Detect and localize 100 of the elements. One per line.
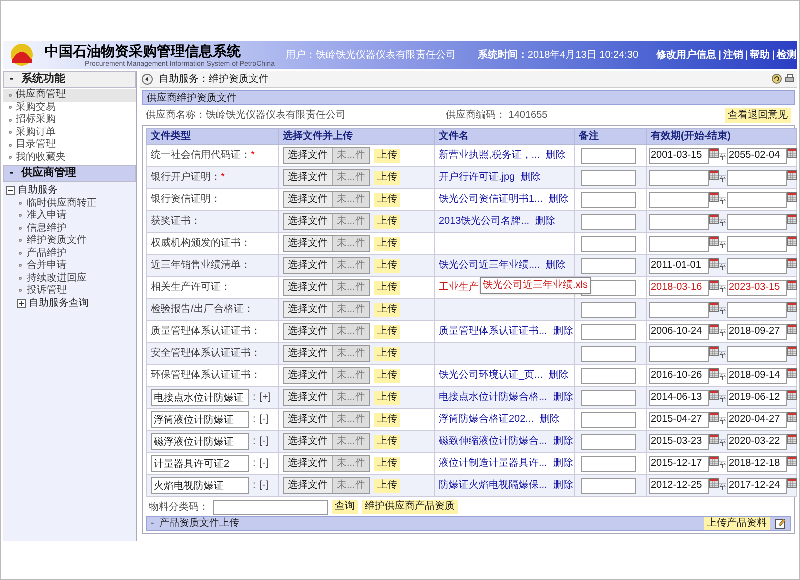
date-field[interactable]: 2012-12-25 [649, 478, 709, 494]
file-chooser[interactable]: 选择文件 未...件 [283, 367, 370, 384]
date-field[interactable] [727, 214, 787, 230]
header-link[interactable]: 检测 [777, 48, 797, 62]
file-chooser[interactable]: 选择文件 未...件 [283, 213, 370, 230]
delete-link[interactable]: 删除 [521, 170, 542, 185]
section-header[interactable]: - 供应商管理 [3, 165, 136, 182]
file-chooser[interactable]: 选择文件 未...件 [283, 433, 370, 450]
remark-field[interactable] [581, 214, 636, 230]
date-field[interactable]: 2017-12-24 [727, 478, 787, 494]
maintain-button[interactable]: 维护供应商产品资质 [362, 500, 458, 514]
file-link[interactable]: 新营业执照,税务证，... [439, 150, 540, 161]
date-field[interactable]: 2018-03-16 [649, 280, 709, 296]
remark-field[interactable] [581, 412, 636, 428]
remark-field[interactable] [581, 302, 636, 318]
file-chooser[interactable]: 选择文件 未...件 [283, 345, 370, 362]
date-field[interactable] [649, 170, 709, 186]
expand-icon[interactable] [17, 299, 26, 308]
tree-item[interactable]: 持续改进回应 [3, 272, 136, 284]
remark-field[interactable] [581, 324, 636, 340]
date-field[interactable] [727, 346, 787, 362]
file-link[interactable]: 铁光公司资信证明书1... [439, 194, 543, 205]
file-type-field[interactable]: 火焰电视防爆证 [151, 477, 249, 494]
remark-field[interactable] [581, 478, 636, 494]
date-field[interactable] [727, 236, 787, 252]
toggle-link[interactable]: [-] [260, 456, 269, 471]
date-field[interactable]: 2020-04-27 [727, 412, 787, 428]
file-link[interactable]: 工业生产 [439, 282, 479, 293]
upload-button[interactable]: 上传 [374, 346, 400, 360]
file-link[interactable]: 质量管理体系认证证书... [439, 326, 548, 337]
tree-item[interactable]: 维护资质文件 [3, 234, 136, 247]
file-link[interactable]: 液位计制造计量器具许... [439, 458, 548, 469]
file-link[interactable]: 浮筒防爆合格证202... [439, 414, 534, 425]
file-chooser[interactable]: 选择文件 未...件 [283, 279, 370, 296]
upload-button[interactable]: 上传 [374, 302, 400, 316]
upload-button[interactable]: 上传 [374, 368, 400, 382]
remark-field[interactable] [581, 434, 636, 450]
upload-button[interactable]: 上传 [374, 456, 400, 470]
file-type-field[interactable]: 浮筒液位计防爆证 [151, 411, 249, 428]
date-field[interactable] [727, 170, 787, 186]
tree-item[interactable]: 临时供应商转正 [3, 197, 136, 210]
tree-item[interactable]: 投诉管理 [3, 284, 136, 297]
remark-field[interactable] [581, 456, 636, 472]
section-header[interactable]: - 系统功能 [3, 71, 136, 88]
upload-button[interactable]: 上传 [374, 412, 400, 426]
remark-field[interactable] [581, 236, 636, 252]
file-link[interactable]: 磁致伸缩液位计防爆合... [439, 436, 548, 447]
upload-product-button[interactable]: 上传产品资料 [704, 517, 770, 530]
sidebar-item[interactable]: 目录管理 [3, 139, 136, 152]
file-chooser[interactable]: 选择文件 未...件 [283, 411, 370, 428]
date-field[interactable]: 2015-03-23 [649, 434, 709, 450]
delete-link[interactable]: 删除 [553, 478, 574, 493]
upload-button[interactable]: 上传 [374, 258, 400, 272]
date-field[interactable]: 2016-10-26 [649, 368, 709, 384]
header-link[interactable]: 帮助 [750, 48, 770, 62]
remark-field[interactable] [581, 368, 636, 384]
date-field[interactable] [649, 346, 709, 362]
toggle-label[interactable]: - [151, 516, 154, 531]
remark-field[interactable] [581, 148, 636, 164]
upload-button[interactable]: 上传 [374, 434, 400, 448]
upload-button[interactable]: 上传 [374, 324, 400, 338]
file-chooser[interactable]: 选择文件 未...件 [283, 389, 370, 406]
delete-link[interactable]: 删除 [553, 324, 574, 339]
date-field[interactable]: 2001-03-15 [649, 148, 709, 164]
file-chooser[interactable]: 选择文件 未...件 [283, 235, 370, 252]
date-field[interactable]: 2020-03-22 [727, 434, 787, 450]
date-field[interactable] [649, 214, 709, 230]
date-field[interactable]: 2055-02-04 [727, 148, 787, 164]
date-field[interactable]: 2015-12-17 [649, 456, 709, 472]
file-type-field[interactable]: 电接点水位计防爆证 [151, 389, 249, 406]
remark-field[interactable] [581, 170, 636, 186]
file-chooser[interactable]: 选择文件 未...件 [283, 477, 370, 494]
date-field[interactable]: 2014-06-13 [649, 390, 709, 406]
upload-button[interactable]: 上传 [374, 170, 400, 184]
delete-link[interactable]: 删除 [546, 148, 566, 163]
tree-item[interactable]: 信息维护 [3, 222, 136, 234]
date-field[interactable]: 2015-04-27 [649, 412, 709, 428]
remark-field[interactable] [581, 192, 636, 208]
tree-item[interactable]: 自助服务查询 [29, 296, 89, 311]
sidebar-item[interactable]: 采购订单 [3, 126, 136, 139]
file-chooser[interactable]: 选择文件 未...件 [283, 257, 370, 274]
file-link[interactable]: 开户行许可证.jpg [439, 172, 516, 183]
toggle-link[interactable]: [+] [260, 390, 272, 405]
toggle-link[interactable]: [-] [260, 434, 269, 449]
file-chooser[interactable]: 选择文件 未...件 [283, 301, 370, 318]
date-field[interactable] [727, 258, 787, 274]
header-link[interactable]: 修改用户信息 [656, 48, 717, 62]
delete-link[interactable]: 删除 [553, 456, 574, 471]
date-field[interactable] [727, 192, 787, 208]
tree-item[interactable]: 准入申请 [3, 210, 136, 222]
date-field[interactable]: 2019-06-12 [727, 390, 787, 406]
toggle-link[interactable]: [-] [260, 412, 269, 427]
remark-field[interactable] [581, 258, 636, 274]
upload-button[interactable]: 上传 [374, 148, 400, 162]
file-chooser[interactable]: 选择文件 未...件 [283, 455, 370, 472]
sidebar-item[interactable]: 供应商管理 [3, 89, 136, 102]
tree-item[interactable]: 合并申请 [3, 260, 136, 272]
delete-link[interactable]: 删除 [553, 434, 574, 449]
toggle-link[interactable]: [-] [260, 478, 269, 493]
date-field[interactable]: 2006-10-24 [649, 324, 709, 340]
